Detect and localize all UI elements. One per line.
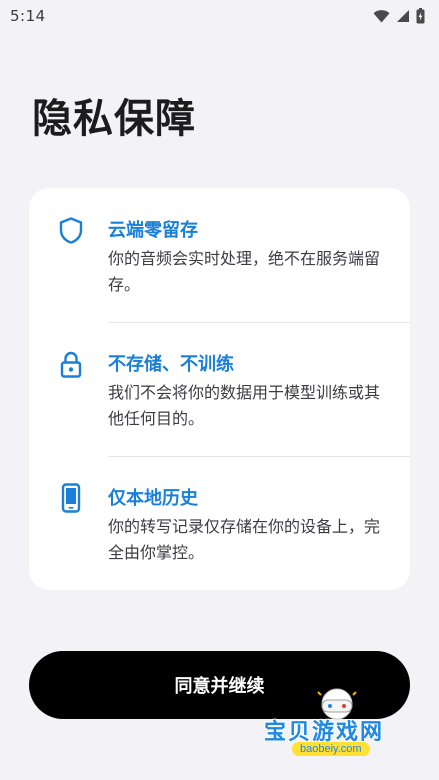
feature-cloud-zero-retention: 云端零留存 你的音频会实时处理，绝不在服务端留存。 [29, 188, 410, 318]
signal-icon [397, 10, 409, 22]
battery-icon [416, 8, 425, 24]
privacy-card: 云端零留存 你的音频会实时处理，绝不在服务端留存。 不存储、不训练 我们不会将你… [29, 188, 410, 590]
page-title: 隐私保障 [32, 96, 196, 142]
feature-title: 仅本地历史 [108, 488, 198, 509]
feature-no-storage-no-training: 不存储、不训练 我们不会将你的数据用于模型训练或其他任何目的。 [29, 322, 410, 452]
phone-icon [57, 483, 85, 513]
status-time: 5:14 [10, 7, 46, 25]
feature-title: 云端零留存 [108, 220, 198, 241]
watermark-url: baobeiy.com [292, 742, 370, 756]
feature-description: 你的转写记录仅存储在你的设备上，完全由你掌控。 [108, 517, 381, 562]
feature-description: 你的音频会实时处理，绝不在服务端留存。 [108, 249, 381, 294]
feature-description: 我们不会将你的数据用于模型训练或其他任何目的。 [108, 383, 381, 428]
lock-icon [57, 350, 85, 378]
shield-icon [57, 216, 85, 244]
feature-title: 不存储、不训练 [108, 354, 234, 375]
status-icons [373, 8, 425, 24]
feature-local-history: 仅本地历史 你的转写记录仅存储在你的设备上，完全由你掌控。 [29, 456, 410, 586]
site-watermark: 宝贝游戏网 baobeiy.com [262, 686, 412, 762]
wifi-icon [373, 9, 390, 22]
status-bar: 5:14 [0, 0, 439, 32]
